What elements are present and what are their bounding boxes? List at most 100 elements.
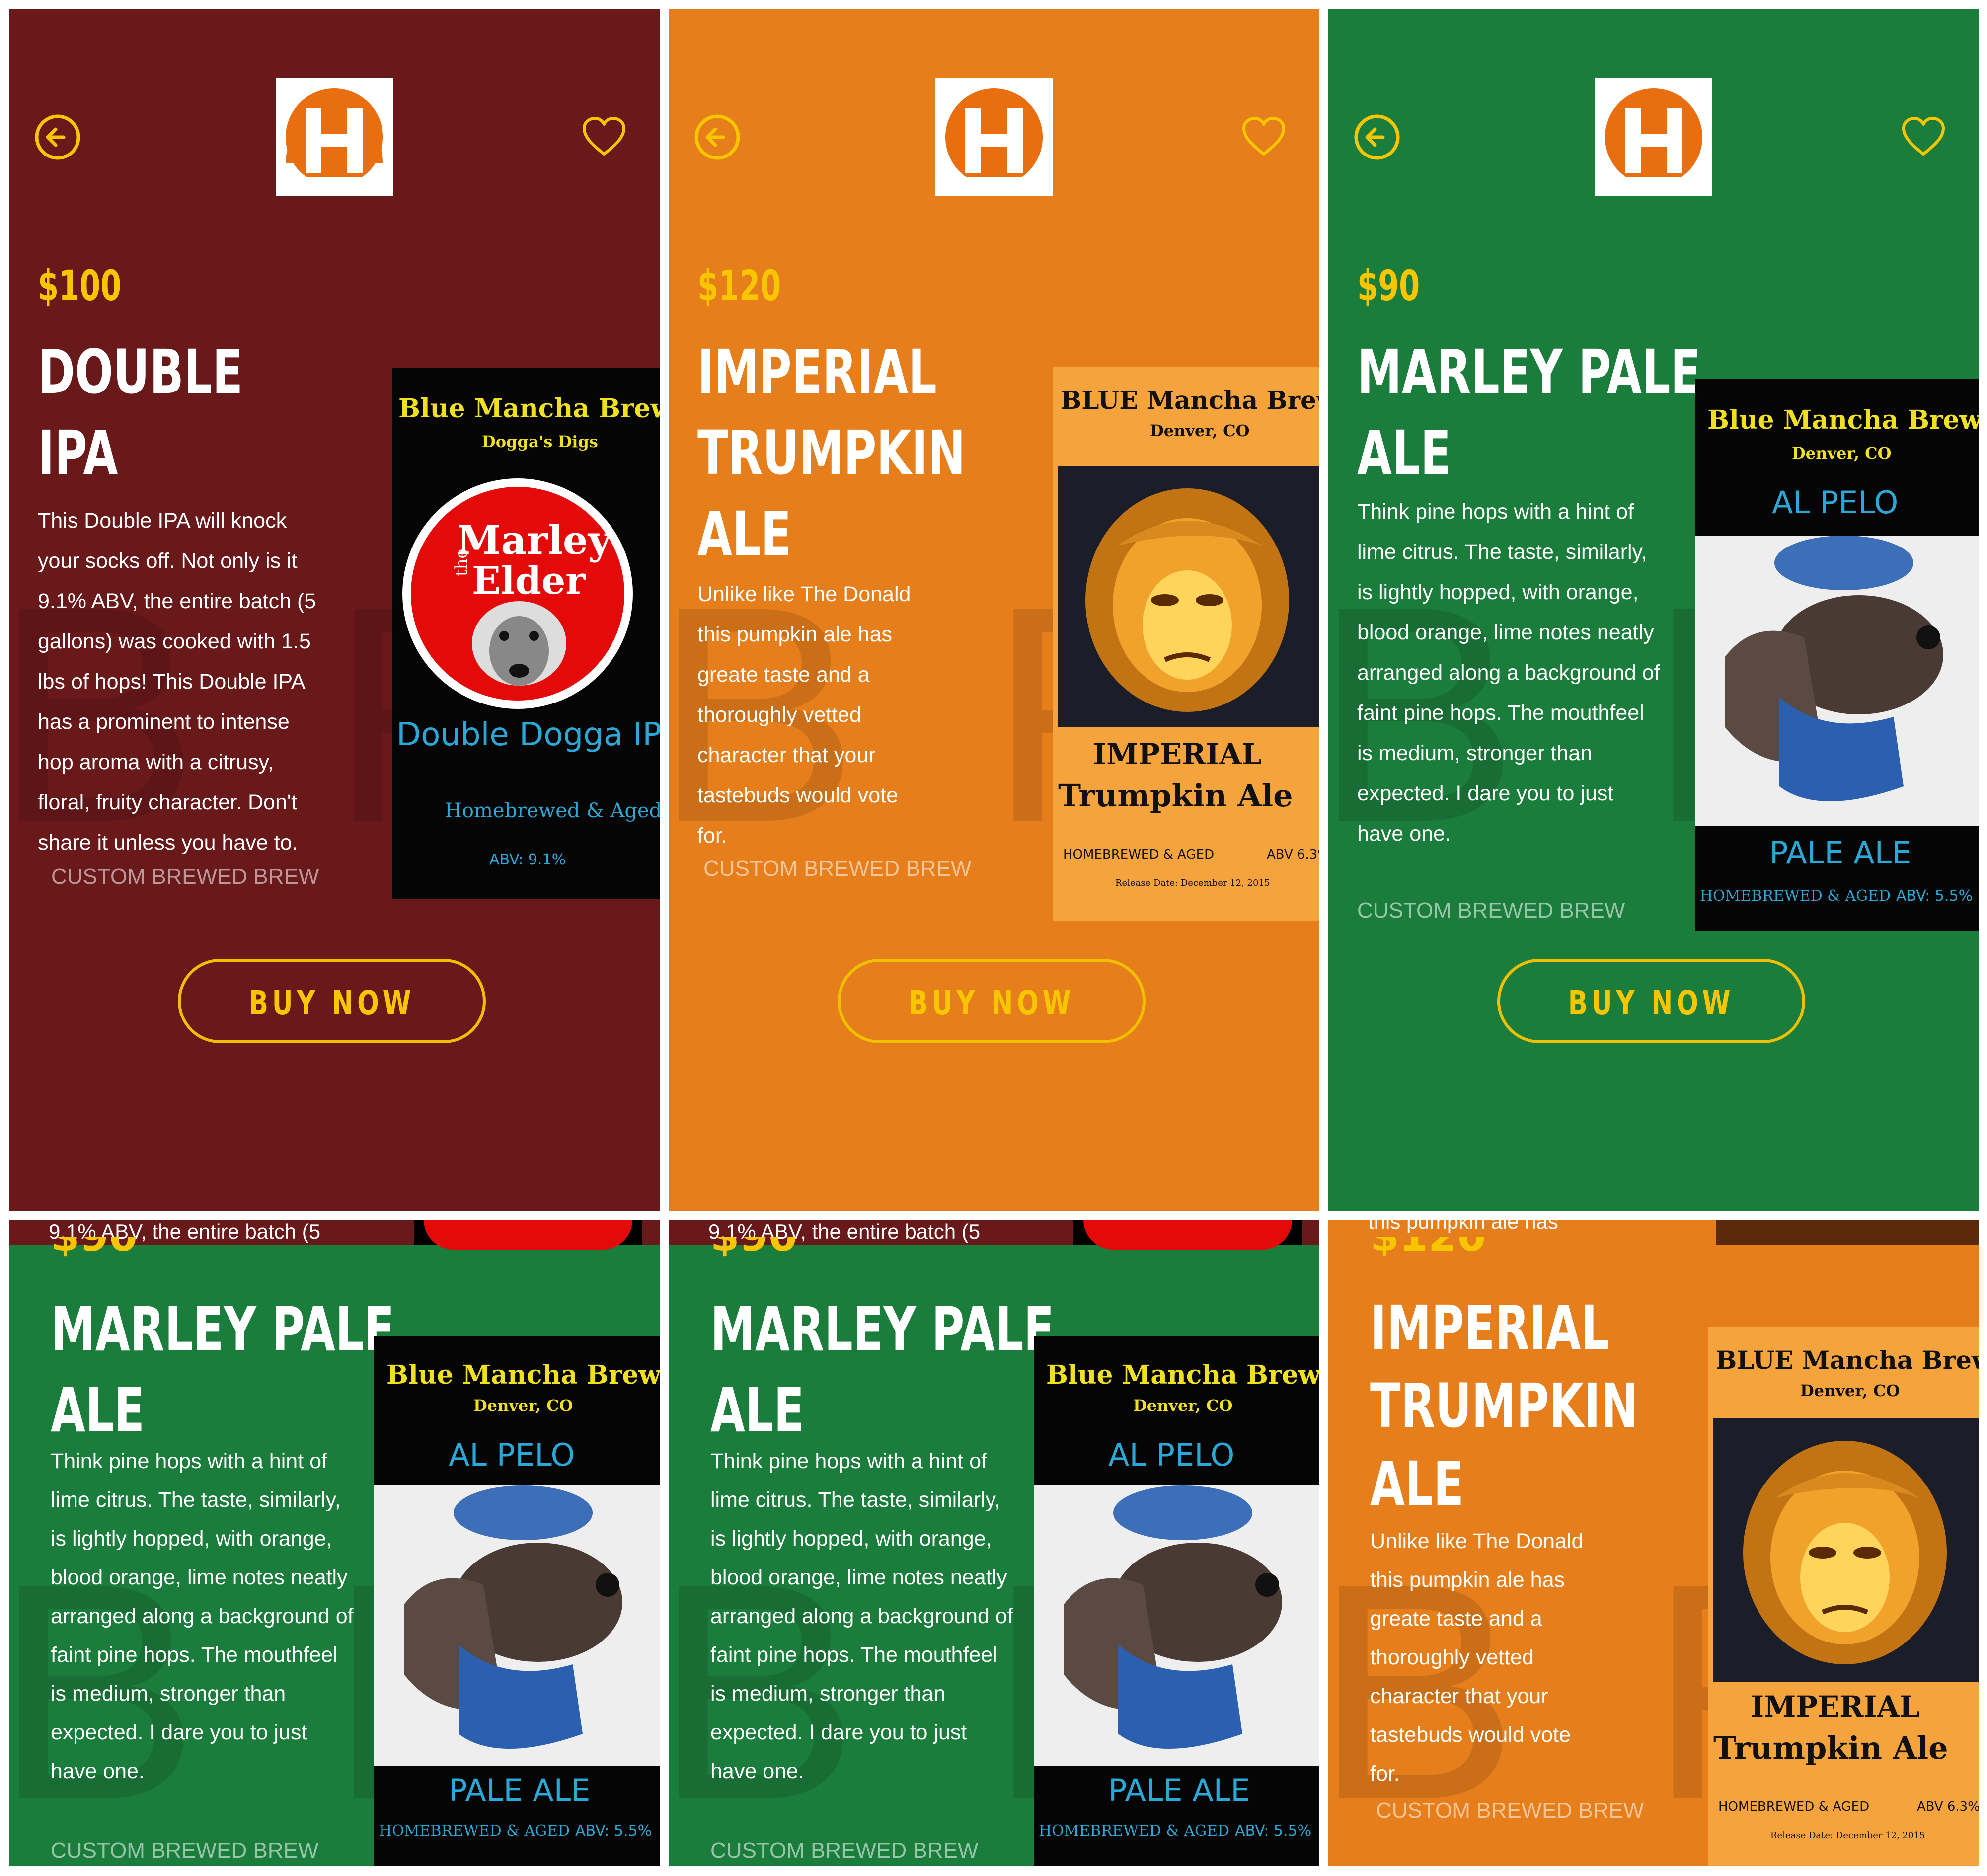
description-line: thoroughly vetted [697,703,861,727]
label-footer: HOMEBREWED & AGED [379,1822,570,1840]
description-line: expected. I dare you to just [1357,782,1614,805]
title-line: TRUMPKIN [1370,1371,1638,1441]
label-name-top: IMPERIAL [1093,737,1262,771]
product-description: Think pine hops with a hint of lime citr… [1357,492,1675,854]
description-line: expected. I dare you to just [51,1720,307,1744]
title-line: ALE [1357,418,1452,488]
product-price: $90 [1357,261,1420,310]
description-line: lime citrus. The taste, similarly, [710,1488,1000,1512]
label-brewery: Blue Mancha Brewing [386,1360,660,1390]
label-subtitle: Dogga's Digs [482,432,598,451]
description-line: Unlike like The Donald [697,582,911,606]
product-title: IMPERIAL TRUMPKIN ALE [1370,1289,1638,1523]
description-line: have one. [1357,822,1451,846]
beer-label-image: Blue Mancha Brewing Denver, CO AL PELO P… [1034,1336,1319,1866]
label-top-text: AL PELO [449,1437,575,1473]
favorite-heart-icon[interactable] [1900,113,1947,161]
product-description: Unlike like The Donald this pumpkin ale … [1370,1522,1688,1793]
description-line: gallons) was cooked with 1.5 [38,629,311,653]
label-subtitle: Denver, CO [1792,444,1891,463]
buy-now-label: BUY NOW [248,984,415,1022]
label-release: Release Date: December 12, 2015 [1115,878,1270,888]
description-line: blood orange, lime notes neatly [51,1565,348,1589]
description-line: Think pine hops with a hint of [51,1449,327,1473]
description-line: 9.1% ABV, the entire batch (5 [38,589,316,613]
back-arrow-icon[interactable] [34,113,81,161]
description-line: thoroughly vetted [1370,1645,1534,1669]
remnant-text: this pumpkin ale has [1368,1220,1558,1233]
beer-label-image: Blue Mancha Brewing Dogga's Digs Marley … [392,368,660,899]
description-line: is medium, stronger than [51,1682,286,1706]
product-description: Think pine hops with a hint of lime citr… [710,1442,1028,1791]
description-line: your socks off. Not only is it [38,549,298,573]
label-abv: ABV 6.3% [1917,1799,1979,1814]
title-line: TRUMPKIN [697,418,966,488]
label-brewery: Blue Mancha Brewing [398,393,660,424]
panel-marley-pale-ale-scrolled: 9.1% ABV, the entire batch (5 $90 BREW M… [9,1220,660,1866]
description-line: has a prominent to intense [38,710,290,734]
description-line: for. [697,824,727,848]
label-subtitle: Denver, CO [1150,421,1249,440]
label-abv: ABV: 5.5% [1235,1822,1311,1840]
title-line: ALE [1370,1449,1464,1519]
label-abv: ABV: 9.1% [489,851,566,868]
label-abv: ABV: 5.5% [575,1822,652,1840]
product-description: Think pine hops with a hint of lime citr… [51,1442,369,1791]
buy-now-label: BUY NOW [1568,984,1735,1022]
title-line: ALE [710,1375,805,1446]
remnant-price: $90 [51,1237,138,1257]
remnant-pumpkin [1716,1220,1979,1245]
back-arrow-icon[interactable] [1353,113,1401,161]
description-line: floral, fruity character. Don't [38,790,298,814]
description-line: greate taste and a [697,663,870,687]
remnant-price: $90 [710,1237,797,1257]
label-footer: HOMEBREWED & AGED [1063,847,1214,862]
brand-caption: CUSTOM BREWED BREW [710,1838,979,1863]
buy-now-label: BUY NOW [908,984,1075,1022]
product-title: MARLEY PALE ALE [710,1289,1054,1451]
brewery-logo-icon[interactable] [1595,78,1712,196]
description-line: greate taste and a [1370,1607,1542,1631]
favorite-heart-icon[interactable] [580,113,628,161]
buy-now-button[interactable]: BUY NOW [838,959,1146,1043]
panel-marley-pale-ale-scrolled-2: 9.1% ABV, the entire batch (5 $90 BREW M… [669,1220,1319,1866]
brewery-logo-icon[interactable] [276,78,393,196]
brand-caption: CUSTOM BREWED BREW [1357,898,1625,923]
brewery-logo-icon[interactable] [935,78,1053,196]
label-beer-name: PALE ALE [1769,835,1911,871]
title-line: IMPERIAL [1370,1293,1609,1363]
beer-label-image: BLUE Mancha Brewing Denver, CO IMPERIAL … [1708,1327,1979,1866]
label-badge-bottom: Elder [472,558,586,603]
label-name-top: IMPERIAL [1751,1690,1919,1723]
label-footer: HOMEBREWED & AGED [1700,887,1891,905]
product-title: MARLEY PALE ALE [1357,332,1701,494]
description-line: arranged along a background of [51,1604,354,1628]
product-title: MARLEY PALE ALE [51,1289,394,1451]
label-name-bottom: Trumpkin Ale [1713,1730,1948,1766]
brand-caption: CUSTOM BREWED BREW [51,1838,319,1863]
label-footer: Homebrewed & Aged [445,799,660,822]
label-subtitle: Denver, CO [1133,1396,1232,1415]
back-arrow-icon[interactable] [693,113,741,161]
beer-label-image: Blue Mancha Brewing Denver, CO AL PELO P… [374,1336,660,1866]
label-brewery: Blue Mancha Brewing [1707,405,1979,435]
favorite-heart-icon[interactable] [1240,113,1288,161]
buy-now-button[interactable]: BUY NOW [1497,959,1805,1043]
description-line: faint pine hops. The mouthfeel [710,1643,997,1667]
panel-imperial-trumpkin-scrolled: this pumpkin ale has $120 BRoU IMPERIAL … [1328,1220,1979,1866]
description-line: expected. I dare you to just [710,1720,967,1744]
description-line: Think pine hops with a hint of [1357,500,1634,524]
product-description: Unlike like The Donald this pumpkin ale … [697,574,1015,856]
description-line: arranged along a background of [1357,661,1660,685]
title-line: ALE [51,1375,145,1446]
description-line: character that your [1370,1684,1548,1708]
label-name-bottom: Trumpkin Ale [1058,778,1293,814]
buy-now-button[interactable]: BUY NOW [178,959,486,1043]
description-line: character that your [697,743,876,767]
description-line: is lightly hopped, with orange, [51,1527,332,1551]
title-line: MARLEY PALE [1357,337,1701,407]
description-line: have one. [51,1759,145,1783]
description-line: have one. [710,1759,804,1783]
label-brewery: BLUE Mancha Brewing [1061,386,1319,415]
remnant-price: $120 [1370,1237,1486,1257]
